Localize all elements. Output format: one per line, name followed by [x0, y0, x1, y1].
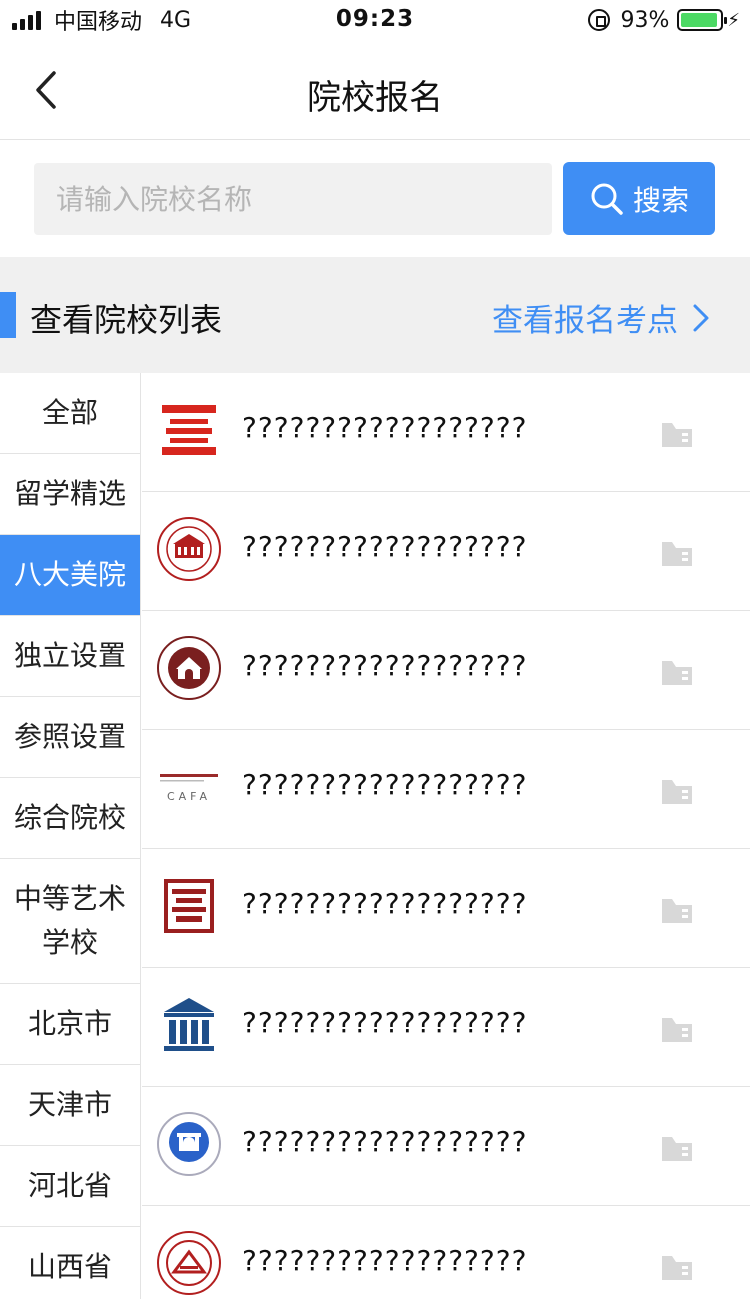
section-accent-bar	[0, 292, 16, 338]
section-title: 查看院校列表	[30, 301, 223, 339]
charging-icon: ⚡	[727, 9, 740, 31]
sidebar-item-label: 八大美院	[13, 558, 126, 591]
sidebar-item-shanxi[interactable]: 山西省	[0, 1227, 140, 1299]
nav-bar: 院校报名	[0, 40, 750, 140]
battery-icon	[677, 9, 728, 31]
sidebar-item-tianjin[interactable]: 天津市	[0, 1065, 140, 1146]
list-item[interactable]: ??????????????????	[142, 968, 750, 1087]
sidebar-item-all[interactable]: 全部	[0, 373, 140, 454]
list-item[interactable]: ??????????????????	[142, 611, 750, 730]
sidebar-item-label: 河北省	[27, 1169, 112, 1202]
apply-icon[interactable]	[660, 1133, 694, 1163]
search-button-label: 搜索	[632, 183, 689, 217]
school-name: ??????????????????	[242, 1125, 528, 1158]
red-stripes-logo	[162, 405, 216, 455]
apply-icon[interactable]	[660, 538, 694, 568]
view-exam-sites-link[interactable]: 查看报名考点	[492, 295, 710, 340]
sidebar-item-independent[interactable]: 独立设置	[0, 616, 140, 697]
list-item[interactable]: ??????????????????	[142, 1087, 750, 1206]
school-name: ??????????????????	[242, 887, 528, 920]
status-bar: 中国移动 4G 09:23 93% ⚡	[0, 0, 750, 40]
sidebar-item-label: 山西省	[27, 1250, 112, 1283]
blue-gate-seal-logo	[157, 1112, 221, 1176]
school-name: ??????????????????	[242, 530, 528, 563]
list-item[interactable]: CAFA ??????????????????	[142, 730, 750, 849]
school-name: ??????????????????	[242, 649, 528, 682]
apply-icon[interactable]	[660, 657, 694, 687]
search-input[interactable]	[34, 163, 552, 235]
school-name: ??????????????????	[242, 1244, 528, 1277]
apply-icon[interactable]	[660, 895, 694, 925]
search-button[interactable]: 搜索	[563, 162, 715, 235]
apply-icon[interactable]	[660, 1014, 694, 1044]
sidebar-item-secondary-art[interactable]: 中等艺术学校	[0, 859, 140, 984]
apply-icon[interactable]	[660, 419, 694, 449]
sidebar-item-label: 全部	[41, 396, 98, 429]
list-item[interactable]: ??????????????????	[142, 849, 750, 968]
sidebar-item-label: 天津市	[27, 1088, 112, 1121]
sidebar-item-eight-academies[interactable]: 八大美院	[0, 535, 140, 616]
category-sidebar: 全部 留学精选 八大美院 独立设置 参照设置 综合院校 中等艺术学校 北京市 天…	[0, 373, 141, 1299]
list-item[interactable]: ??????????????????	[142, 373, 750, 492]
cafa-logo: CAFA	[160, 774, 218, 803]
rotation-lock-icon	[588, 9, 611, 31]
maroon-arch-seal-logo	[157, 636, 221, 700]
red-building-seal-logo	[157, 517, 221, 581]
school-name: ??????????????????	[242, 768, 528, 801]
school-list: ?????????????????? ?????????????????? ??…	[142, 373, 750, 1299]
search-area: 搜索	[0, 141, 750, 257]
sidebar-item-comprehensive[interactable]: 综合院校	[0, 778, 140, 859]
page-title: 院校报名	[307, 78, 443, 118]
sidebar-item-label: 综合院校	[13, 801, 126, 834]
sidebar-item-label: 北京市	[27, 1007, 112, 1040]
sidebar-item-label: 中等艺术学校	[13, 882, 126, 959]
section-header: 查看院校列表 查看报名考点	[0, 257, 750, 373]
sidebar-item-label: 独立设置	[13, 639, 126, 672]
red-glyph-logo	[164, 879, 214, 933]
view-exam-sites-label: 查看报名考点	[492, 303, 678, 339]
sidebar-item-reference[interactable]: 参照设置	[0, 697, 140, 778]
school-name: ??????????????????	[242, 411, 528, 444]
sidebar-item-label: 留学精选	[13, 477, 126, 510]
blue-columns-logo	[164, 998, 214, 1051]
search-icon	[591, 183, 623, 215]
sidebar-item-label: 参照设置	[13, 720, 126, 753]
sidebar-item-hebei[interactable]: 河北省	[0, 1146, 140, 1227]
chevron-right-icon	[693, 304, 709, 331]
apply-icon[interactable]	[660, 776, 694, 806]
apply-icon[interactable]	[660, 1252, 694, 1282]
cafa-logo-text: CAFA	[167, 790, 211, 803]
sidebar-item-beijing[interactable]: 北京市	[0, 984, 140, 1065]
sidebar-item-study-abroad[interactable]: 留学精选	[0, 454, 140, 535]
list-item[interactable]: ??????????????????	[142, 492, 750, 611]
school-name: ??????????????????	[242, 1006, 528, 1039]
battery-percent: 93%	[620, 7, 670, 33]
red-round-seal-logo	[157, 1231, 221, 1295]
list-item[interactable]: ??????????????????	[142, 1206, 750, 1299]
